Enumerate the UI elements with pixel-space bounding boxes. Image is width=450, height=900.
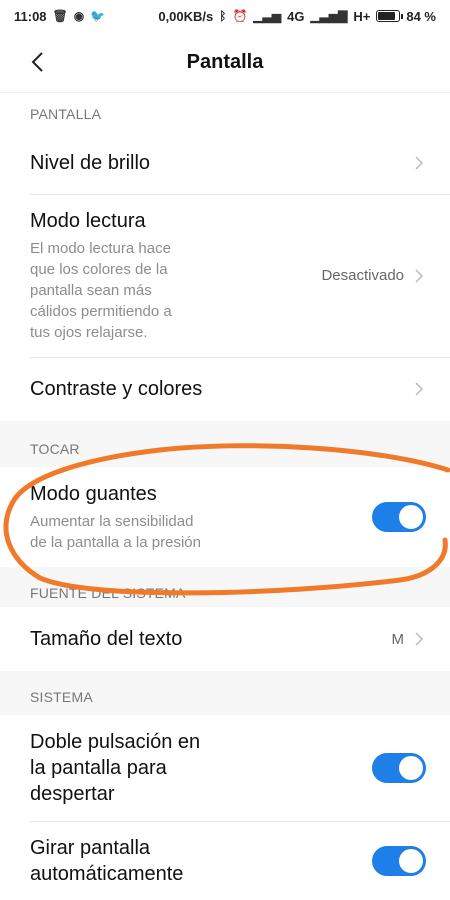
row-title: Modo guantes bbox=[30, 483, 157, 505]
signal-icon: ▁▃▅ bbox=[253, 9, 282, 23]
row-girar-pantalla[interactable]: Girar pantalla automáticamente bbox=[0, 821, 450, 900]
toggle-doble-pulsacion[interactable] bbox=[372, 753, 426, 783]
row-modo-lectura[interactable]: Modo lectura El modo lectura hace que lo… bbox=[0, 194, 450, 357]
network-type-2: H+ bbox=[353, 8, 371, 24]
row-title: Modo lectura bbox=[30, 210, 146, 232]
chevron-right-icon bbox=[414, 630, 426, 648]
status-right: 0,00KB/s ᛒ ⏰ ▁▃▅ 4G ▁▃▅▇ H+ 84 % bbox=[158, 9, 436, 24]
network-type-1: 4G bbox=[287, 8, 305, 24]
status-left: 11:08 🗑 ◉ 🐦 bbox=[14, 9, 105, 24]
group-sistema: Doble pulsación en la pantalla para desp… bbox=[0, 715, 450, 900]
battery-icon bbox=[376, 10, 404, 22]
bluetooth-icon: ᛒ bbox=[219, 9, 227, 23]
signal-icon-2: ▁▃▅▇ bbox=[310, 9, 348, 23]
toggle-modo-guantes[interactable] bbox=[372, 502, 426, 532]
section-header-fuente: FUENTE DEL SISTEMA bbox=[0, 577, 450, 607]
toggle-knob bbox=[399, 756, 423, 780]
twitter-icon: 🐦 bbox=[90, 9, 106, 23]
section-spacer bbox=[0, 567, 450, 577]
row-subtitle: Aumentar la sensibilidad de la pantalla … bbox=[30, 513, 201, 551]
alarm-icon: ⏰ bbox=[232, 9, 248, 23]
section-header-pantalla: PANTALLA bbox=[0, 92, 450, 132]
back-button[interactable] bbox=[22, 47, 52, 77]
network-speed: 0,00KB/s bbox=[158, 8, 214, 24]
group-fuente: Tamaño del texto M bbox=[0, 607, 450, 671]
chevron-left-icon bbox=[31, 52, 43, 72]
row-title: Nivel de brillo bbox=[30, 152, 151, 174]
chevron-right-icon bbox=[414, 380, 426, 398]
messenger-icon: ◉ bbox=[73, 9, 85, 23]
group-pantalla: Nivel de brillo Modo lectura El modo lec… bbox=[0, 132, 450, 421]
status-time: 11:08 bbox=[14, 8, 47, 24]
section-spacer bbox=[0, 421, 450, 431]
status-bar: 11:08 🗑 ◉ 🐦 0,00KB/s ᛒ ⏰ ▁▃▅ 4G ▁▃▅▇ H+ … bbox=[0, 0, 450, 32]
row-subtitle: El modo lectura hace que los colores de … bbox=[30, 240, 172, 341]
row-title: Contraste y colores bbox=[30, 378, 203, 400]
chevron-right-icon bbox=[414, 154, 426, 172]
group-tocar: Modo guantes Aumentar la sensibilidad de… bbox=[0, 467, 450, 567]
row-contraste-colores[interactable]: Contraste y colores bbox=[0, 357, 450, 421]
row-doble-pulsacion[interactable]: Doble pulsación en la pantalla para desp… bbox=[0, 715, 450, 821]
page-title: Pantalla bbox=[186, 50, 264, 73]
row-modo-guantes[interactable]: Modo guantes Aumentar la sensibilidad de… bbox=[0, 467, 450, 567]
row-value: M bbox=[391, 630, 405, 648]
chevron-right-icon bbox=[414, 267, 426, 285]
row-title: Girar pantalla automáticamente bbox=[30, 837, 184, 885]
battery-percent: 84 % bbox=[406, 8, 436, 24]
section-spacer bbox=[0, 671, 450, 681]
row-tamano-texto[interactable]: Tamaño del texto M bbox=[0, 607, 450, 671]
section-header-tocar: TOCAR bbox=[0, 431, 450, 467]
section-header-sistema: SISTEMA bbox=[0, 681, 450, 715]
toggle-knob bbox=[399, 505, 423, 529]
toggle-knob bbox=[399, 849, 423, 873]
row-title: Doble pulsación en la pantalla para desp… bbox=[30, 731, 201, 805]
toggle-girar-pantalla[interactable] bbox=[372, 846, 426, 876]
row-value: Desactivado bbox=[321, 267, 405, 284]
trash-icon: 🗑 bbox=[52, 9, 68, 23]
row-nivel-brillo[interactable]: Nivel de brillo bbox=[0, 132, 450, 194]
title-bar: Pantalla bbox=[0, 32, 450, 92]
row-title: Tamaño del texto bbox=[30, 628, 183, 650]
